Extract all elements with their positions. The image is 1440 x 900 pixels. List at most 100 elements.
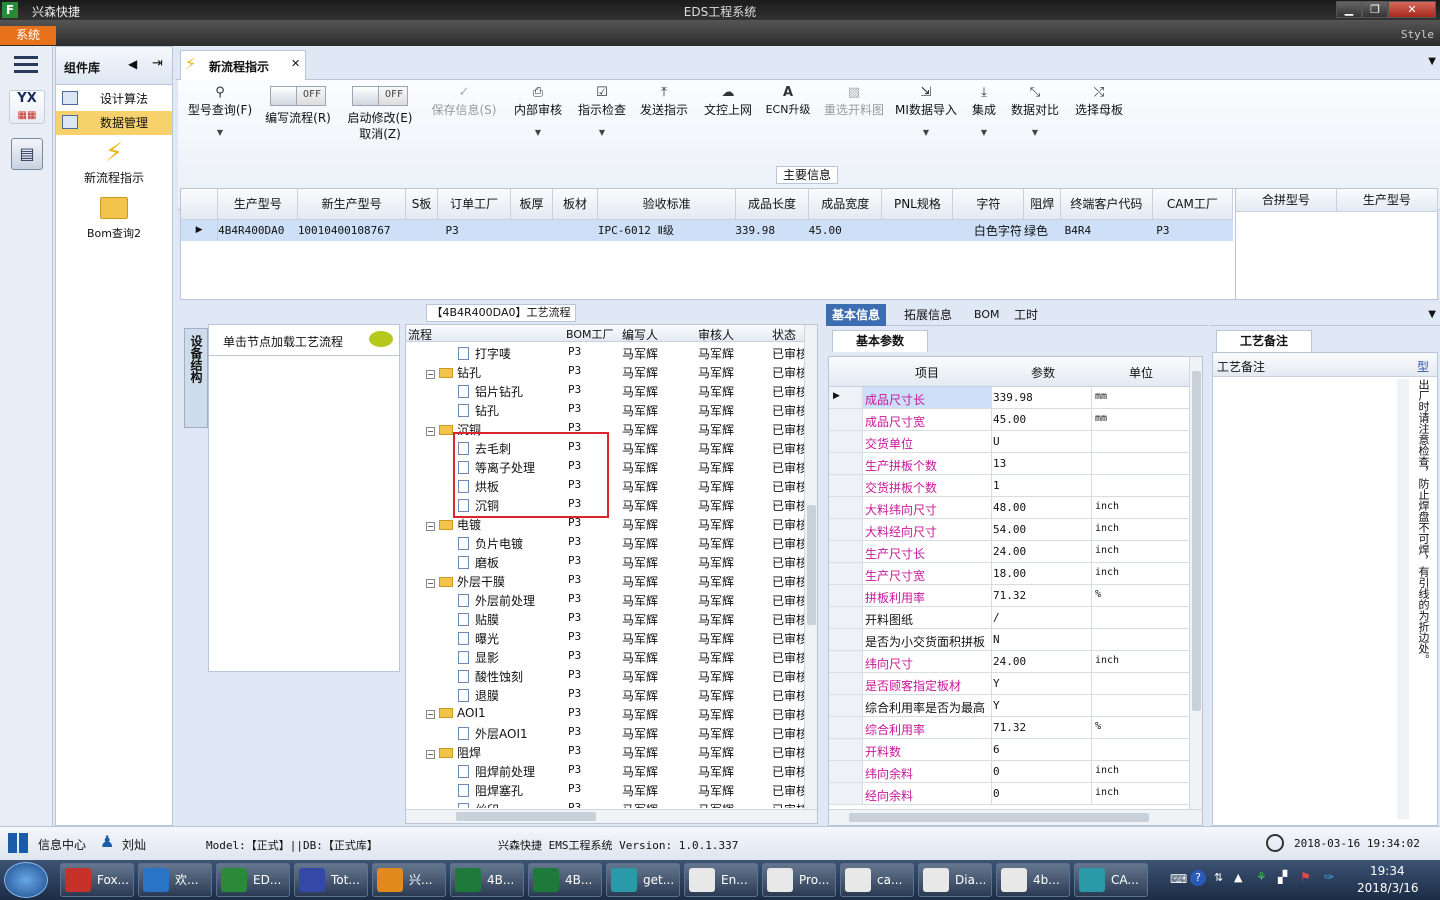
status-cell[interactable]: 已审核 <box>772 592 804 609</box>
tree-row[interactable]: 外层AOI1 P3 马军辉 马军辉 已审核 <box>406 723 804 742</box>
basic-params-tab[interactable]: 基本参数 <box>832 330 928 352</box>
start-modify-toggle[interactable]: OFF 启动修改(E) 取消(Z) <box>342 80 418 180</box>
reviewer-cell[interactable]: 马军辉 <box>698 782 734 799</box>
select-motherboard-button[interactable]: ⤭ 选择母板 <box>1068 80 1130 180</box>
column-header[interactable]: 参数 <box>1031 364 1055 381</box>
writer-cell[interactable]: 马军辉 <box>622 649 658 666</box>
tree-row[interactable]: 显影 P3 马军辉 马军辉 已审核 <box>406 647 804 666</box>
tree-node-name[interactable]: 退膜 <box>458 687 499 704</box>
tree-row[interactable]: 外层前处理 P3 马军辉 马军辉 已审核 <box>406 590 804 609</box>
taskbar-app-button[interactable]: 4B... <box>528 863 602 897</box>
bom-factory-cell[interactable]: P3 <box>568 630 581 643</box>
calculator-icon[interactable]: ▤ <box>11 138 43 170</box>
param-value[interactable]: 71.32 <box>993 589 1026 602</box>
param-value[interactable]: 0 <box>993 765 1000 778</box>
table-cell[interactable] <box>882 219 953 241</box>
param-row[interactable]: 成品尺寸宽 45.00 mm <box>829 409 1189 431</box>
reviewer-cell[interactable]: 马军辉 <box>698 364 734 381</box>
reviewer-cell[interactable]: 马军辉 <box>698 345 734 362</box>
taskbar-app-button[interactable]: ED... <box>216 863 290 897</box>
column-header[interactable]: 新生产型号 <box>297 189 406 220</box>
tree-node-name[interactable]: − 电镀 <box>426 516 481 533</box>
writer-cell[interactable]: 马军辉 <box>622 440 658 457</box>
help-icon[interactable]: ? <box>1190 870 1206 886</box>
bom-factory-cell[interactable]: P3 <box>568 611 581 624</box>
ecn-upgrade-button[interactable]: A ECN升级 <box>760 80 816 180</box>
network-icon[interactable]: ▞ <box>1278 870 1287 884</box>
writer-cell[interactable]: 马军辉 <box>622 497 658 514</box>
writer-cell[interactable]: 马军辉 <box>622 630 658 647</box>
writer-cell[interactable]: 马军辉 <box>622 782 658 799</box>
column-header[interactable]: 流程 <box>408 326 432 343</box>
table-cell[interactable]: 绿色 <box>1024 219 1061 241</box>
tree-node-name[interactable]: 酸性蚀刻 <box>458 668 523 685</box>
collapse-icon[interactable]: − <box>426 710 435 719</box>
param-value[interactable]: 24.00 <box>993 655 1026 668</box>
write-process-toggle[interactable]: OFF 编写流程(R) <box>260 80 336 180</box>
reviewer-cell[interactable]: 马军辉 <box>698 459 734 476</box>
param-row[interactable]: 开料图纸 / <box>829 607 1189 629</box>
clock-time[interactable]: 19:34 <box>1370 864 1405 878</box>
param-row[interactable]: 生产尺寸长 24.00 inch <box>829 541 1189 563</box>
column-header[interactable]: 阻焊 <box>1023 189 1062 220</box>
writer-cell[interactable]: 马军辉 <box>622 573 658 590</box>
tree-node-name[interactable]: 贴膜 <box>458 611 499 628</box>
scrollbar-thumb[interactable] <box>849 813 1149 822</box>
taskbar-app-button[interactable]: Dia... <box>918 863 992 897</box>
collapse-icon[interactable]: − <box>426 522 435 531</box>
param-value[interactable]: Y <box>993 699 1000 712</box>
tree-node-name[interactable]: 磨板 <box>458 554 499 571</box>
bom-factory-cell[interactable]: P3 <box>568 725 581 738</box>
status-cell[interactable]: 已审核 <box>772 706 804 723</box>
params-horizontal-scrollbar[interactable] <box>829 809 1202 825</box>
param-row[interactable]: 交货拼板个数 1 <box>829 475 1189 497</box>
writer-cell[interactable]: 马军辉 <box>622 459 658 476</box>
bom-factory-cell[interactable]: P3 <box>568 668 581 681</box>
reviewer-cell[interactable]: 马军辉 <box>698 668 734 685</box>
writer-cell[interactable]: 马军辉 <box>622 383 658 400</box>
reviewer-cell[interactable]: 马军辉 <box>698 687 734 704</box>
column-header[interactable]: 单位 <box>1129 364 1153 381</box>
status-cell[interactable]: 已审核 <box>772 744 804 761</box>
param-value[interactable]: 339.98 <box>993 391 1033 404</box>
column-header[interactable]: 状态 <box>772 326 796 343</box>
tree-vertical-scrollbar[interactable] <box>804 325 817 809</box>
status-cell[interactable]: 已审核 <box>772 611 804 628</box>
writer-cell[interactable]: 马军辉 <box>622 478 658 495</box>
tree-node-name[interactable]: 负片电镀 <box>458 535 523 552</box>
tree-row[interactable]: 铝片钻孔 P3 马军辉 马军辉 已审核 <box>406 381 804 400</box>
table-cell[interactable]: 白色字符 <box>953 219 1024 241</box>
column-header[interactable]: 编写人 <box>622 326 658 343</box>
notes-scrollbar[interactable] <box>1397 379 1409 819</box>
status-cell[interactable]: 已审核 <box>772 668 804 685</box>
close-window-button[interactable]: ✕ <box>1388 1 1436 18</box>
mi-data-import-button[interactable]: ⇲ MI数据导入 ▼ <box>894 80 958 180</box>
scrollbar-thumb[interactable] <box>807 505 816 625</box>
writer-cell[interactable]: 马军辉 <box>622 668 658 685</box>
writer-cell[interactable]: 马军辉 <box>622 801 658 808</box>
tree-row[interactable]: 钻孔 P3 马军辉 马军辉 已审核 <box>406 400 804 419</box>
tree-horizontal-scrollbar[interactable] <box>406 809 817 823</box>
tree-row[interactable]: 打字唛 P3 马军辉 马军辉 已审核 <box>406 343 804 362</box>
writer-cell[interactable]: 马军辉 <box>622 535 658 552</box>
taskbar-app-button[interactable]: Tot... <box>294 863 368 897</box>
column-header[interactable]: 字符 <box>952 189 1025 220</box>
tree-row[interactable]: − 阻焊 P3 马军辉 马军辉 已审核 <box>406 742 804 761</box>
status-cell[interactable]: 已审核 <box>772 573 804 590</box>
tree-node-name[interactable]: 铝片钻孔 <box>458 383 523 400</box>
writer-cell[interactable]: 马军辉 <box>622 763 658 780</box>
param-row[interactable]: 综合利用率是否为最高 Y <box>829 695 1189 717</box>
table-cell[interactable] <box>552 219 598 241</box>
table-cell[interactable]: P3 <box>438 219 511 241</box>
param-value[interactable]: 48.00 <box>993 501 1026 514</box>
tile-new-process-instruction[interactable]: ⚡ 新流程指示 <box>56 137 172 187</box>
reviewer-cell[interactable]: 马军辉 <box>698 383 734 400</box>
reviewer-cell[interactable]: 马军辉 <box>698 649 734 666</box>
table-cell[interactable]: 339.98 <box>735 219 808 241</box>
reviewer-cell[interactable]: 马军辉 <box>698 592 734 609</box>
param-row[interactable]: 是否为小交货面积拼板 N <box>829 629 1189 651</box>
status-cell[interactable]: 已审核 <box>772 782 804 799</box>
sidebar-item-data-management[interactable]: 数据管理 <box>56 111 172 135</box>
status-cell[interactable]: 已审核 <box>772 687 804 704</box>
column-header[interactable]: BOM工厂 <box>566 326 614 342</box>
